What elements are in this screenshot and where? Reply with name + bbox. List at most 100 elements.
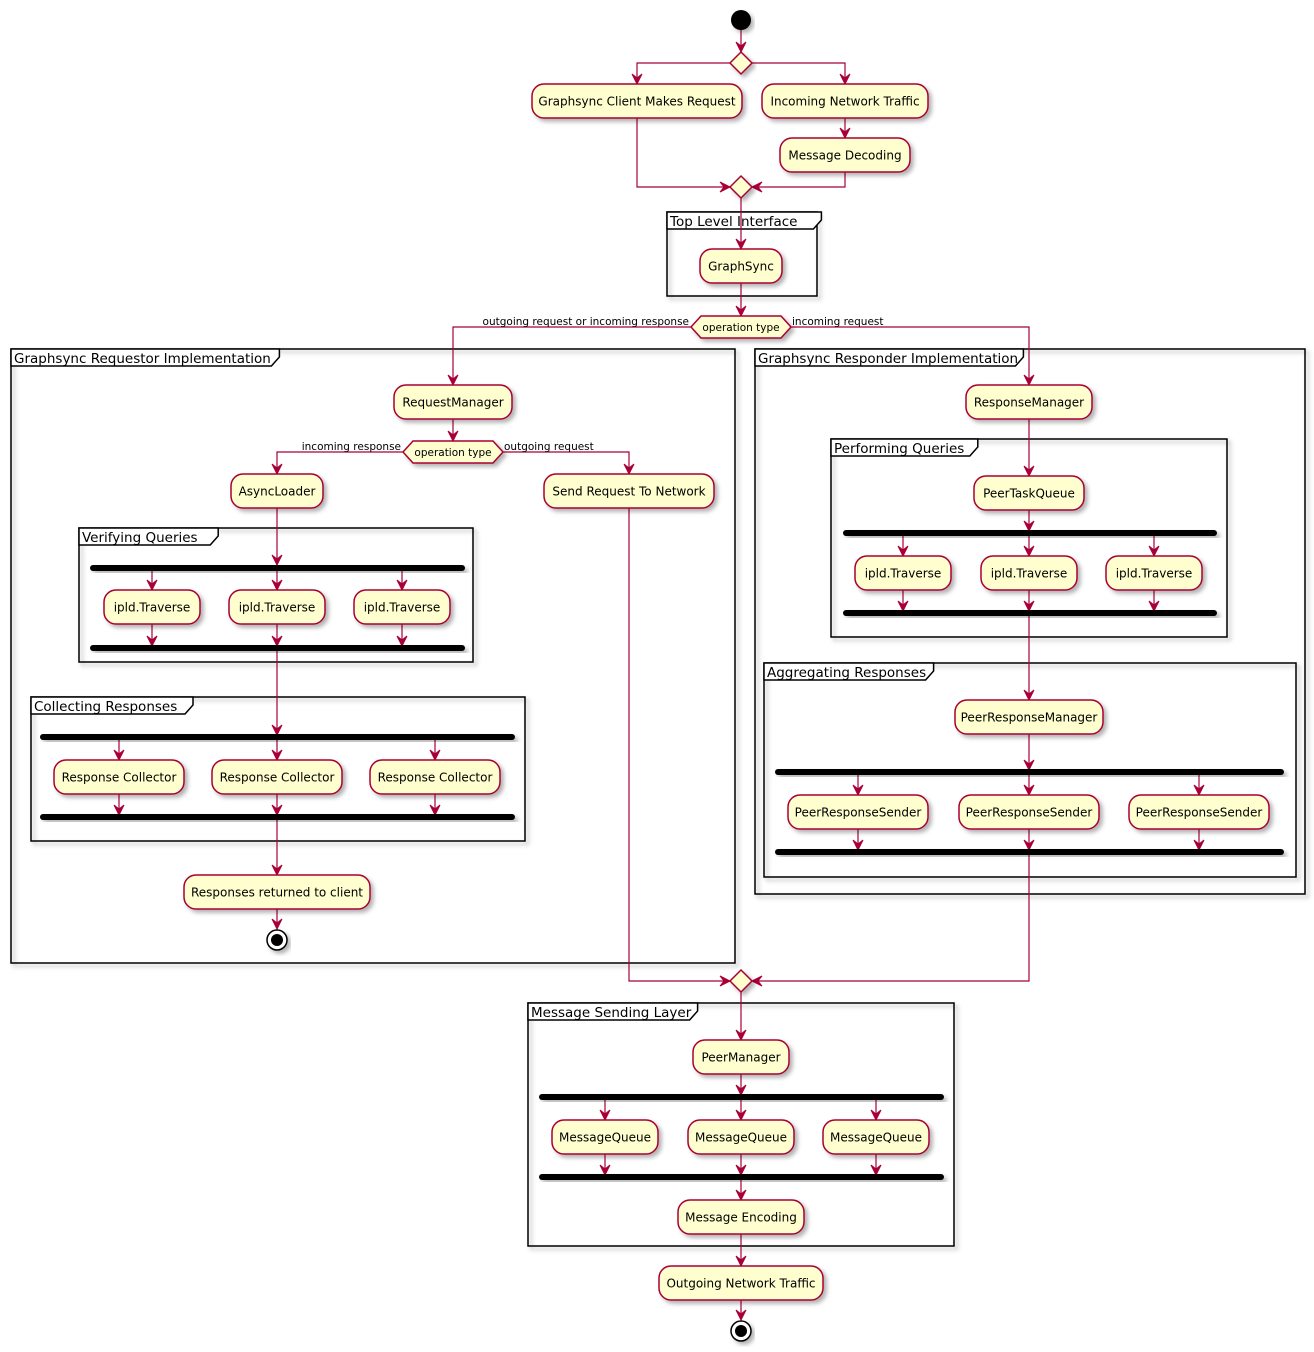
frame-responder-title: Graphsync Responder Implementation — [758, 351, 1018, 367]
edge-label-left: outgoing request or incoming response — [483, 316, 689, 328]
join-bar — [843, 610, 1217, 616]
edge — [503, 451, 630, 474]
node-ipld-traverse-label: ipld.Traverse — [239, 601, 316, 615]
fork-bar — [843, 530, 1217, 536]
node-response-manager-label: ResponseManager — [974, 396, 1084, 410]
node-message-encoding-label: Message Encoding — [685, 1211, 797, 1225]
edge — [636, 118, 730, 188]
node-client-request-label: Graphsync Client Makes Request — [538, 95, 735, 109]
edge-label-right: incoming request — [792, 316, 884, 328]
node-request-manager: RequestManager — [393, 384, 513, 420]
node-ipld-traverse: ipld.Traverse — [854, 555, 952, 591]
decision-operation-type-label: operation type — [702, 322, 779, 334]
node-peer-response-manager: PeerResponseManager — [954, 699, 1104, 735]
node-peer-manager: PeerManager — [692, 1039, 790, 1075]
merge-diamond — [728, 174, 754, 200]
frame-verifying-queries-title: Verifying Queries — [82, 530, 198, 546]
activity-diagram: Top Level Interface Graphsync Requestor I… — [10, 10, 1306, 1342]
frame-collecting-responses-title: Collecting Responses — [34, 699, 177, 715]
node-peer-response-sender-label: PeerResponseSender — [795, 806, 922, 820]
node-message-decoding-label: Message Decoding — [788, 149, 901, 163]
node-send-request-label: Send Request To Network — [552, 485, 705, 499]
fork-bar — [90, 565, 465, 571]
fork-bar — [40, 734, 515, 740]
fork-bar — [539, 1094, 944, 1100]
node-ipld-traverse: ipld.Traverse — [353, 589, 451, 625]
node-peer-response-sender: PeerResponseSender — [787, 794, 929, 830]
frame-performing-queries-title: Performing Queries — [834, 441, 964, 457]
decision-requestor-operation-type: operation type — [401, 440, 505, 464]
edge-label-incoming-response: incoming response — [302, 441, 401, 453]
join-bar — [775, 849, 1284, 855]
node-graphsync-label: GraphSync — [708, 260, 774, 274]
node-response-collector-label: Response Collector — [378, 771, 493, 785]
frame-aggregating-responses-title: Aggregating Responses — [767, 665, 926, 681]
node-async-loader: AsyncLoader — [230, 473, 324, 509]
node-message-decoding: Message Decoding — [779, 137, 911, 173]
node-incoming-traffic: Incoming Network Traffic — [761, 83, 929, 119]
node-message-queue: MessageQueue — [551, 1119, 659, 1155]
node-peer-task-queue: PeerTaskQueue — [973, 475, 1085, 511]
node-peer-response-manager-label: PeerResponseManager — [961, 711, 1098, 725]
decision-operation-type: operation type — [689, 315, 793, 339]
end-node-inner — [271, 934, 283, 946]
node-peer-response-sender-label: PeerResponseSender — [1136, 806, 1263, 820]
start-node — [731, 10, 751, 30]
node-message-queue-label: MessageQueue — [830, 1131, 922, 1145]
node-outgoing-traffic: Outgoing Network Traffic — [658, 1265, 824, 1301]
node-responses-returned-label: Responses returned to client — [191, 886, 363, 900]
node-response-collector-label: Response Collector — [62, 771, 177, 785]
node-ipld-traverse-label: ipld.Traverse — [865, 567, 942, 581]
join-bar — [90, 645, 465, 651]
frame-top-level-interface-title: Top Level Interface — [669, 214, 797, 230]
edge — [752, 62, 846, 84]
node-ipld-traverse: ipld.Traverse — [103, 589, 201, 625]
node-ipld-traverse: ipld.Traverse — [1105, 555, 1203, 591]
node-message-encoding: Message Encoding — [677, 1199, 805, 1235]
frame-requestor-title: Graphsync Requestor Implementation — [14, 351, 271, 367]
node-peer-response-sender: PeerResponseSender — [958, 794, 1100, 830]
node-message-queue-label: MessageQueue — [559, 1131, 651, 1145]
edge — [452, 326, 691, 385]
node-send-request: Send Request To Network — [543, 473, 715, 509]
node-response-collector: Response Collector — [211, 759, 343, 795]
edge-label-outgoing-request: outgoing request — [504, 441, 594, 453]
node-ipld-traverse: ipld.Traverse — [980, 555, 1078, 591]
node-peer-response-sender-label: PeerResponseSender — [966, 806, 1093, 820]
end-node-inner — [735, 1325, 747, 1337]
node-ipld-traverse-label: ipld.Traverse — [1116, 567, 1193, 581]
node-responses-returned: Responses returned to client — [183, 874, 371, 910]
node-ipld-traverse-label: ipld.Traverse — [114, 601, 191, 615]
node-ipld-traverse: ipld.Traverse — [228, 589, 326, 625]
edge — [636, 62, 730, 84]
join-bar — [40, 814, 515, 820]
node-outgoing-traffic-label: Outgoing Network Traffic — [666, 1277, 815, 1291]
node-peer-response-sender: PeerResponseSender — [1128, 794, 1270, 830]
node-graphsync: GraphSync — [699, 248, 783, 284]
node-incoming-traffic-label: Incoming Network Traffic — [770, 95, 919, 109]
frame-message-sending-layer-title: Message Sending Layer — [531, 1005, 692, 1021]
fork-bar — [775, 769, 1284, 775]
node-response-manager: ResponseManager — [965, 384, 1093, 420]
node-async-loader-label: AsyncLoader — [239, 485, 316, 499]
node-peer-manager-label: PeerManager — [701, 1051, 780, 1065]
edge — [628, 508, 730, 982]
node-message-queue: MessageQueue — [822, 1119, 930, 1155]
node-client-request: Graphsync Client Makes Request — [531, 83, 743, 119]
merge-diamond-2 — [728, 968, 754, 994]
decision-requestor-operation-type-label: operation type — [414, 447, 491, 459]
edge — [276, 451, 403, 474]
node-message-queue: MessageQueue — [687, 1119, 795, 1155]
node-ipld-traverse-label: ipld.Traverse — [991, 567, 1068, 581]
edge — [752, 855, 1030, 982]
node-message-queue-label: MessageQueue — [695, 1131, 787, 1145]
node-ipld-traverse-label: ipld.Traverse — [364, 601, 441, 615]
node-request-manager-label: RequestManager — [402, 396, 503, 410]
join-bar — [539, 1174, 944, 1180]
node-peer-task-queue-label: PeerTaskQueue — [983, 487, 1075, 501]
node-response-collector-label: Response Collector — [220, 771, 335, 785]
node-response-collector: Response Collector — [369, 759, 501, 795]
split-diamond — [728, 50, 754, 76]
node-response-collector: Response Collector — [53, 759, 185, 795]
edge — [752, 172, 846, 188]
